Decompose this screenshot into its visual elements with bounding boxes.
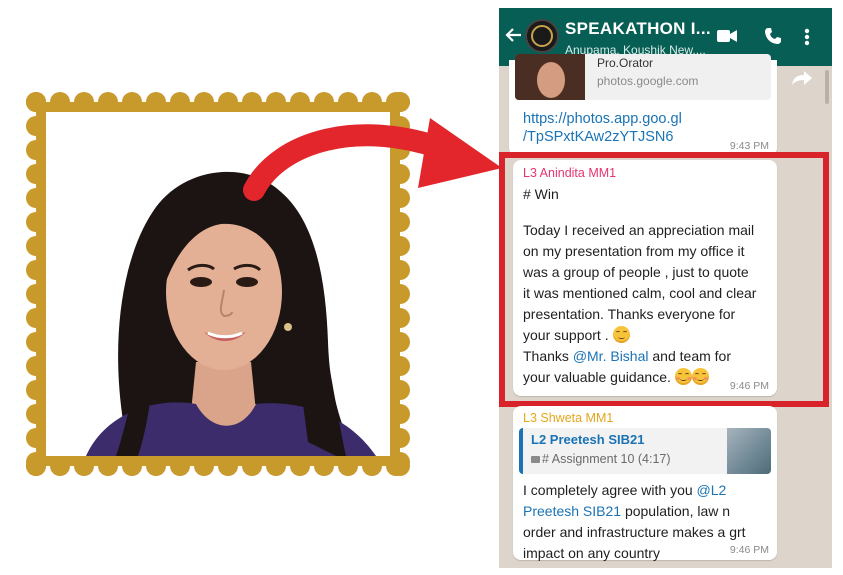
quoted-text: # Assignment 10 (4:17)	[531, 452, 671, 466]
message-line: I completely agree with you @L2	[523, 480, 726, 501]
curved-arrow	[243, 118, 502, 201]
video-icon	[531, 456, 540, 463]
quoted-thumbnail	[727, 428, 771, 474]
reply-message-bubble[interactable]: L3 Shweta MM1 L2 Preetesh SIB21 # Assign…	[513, 406, 777, 561]
preview-domain: photos.google.com	[597, 74, 699, 88]
preview-thumbnail	[515, 54, 585, 100]
message-text: I completely agree with you	[523, 482, 697, 498]
more-vert-icon[interactable]	[804, 28, 810, 46]
mention-link[interactable]: Preetesh SIB21	[523, 503, 621, 519]
quoted-message[interactable]: L2 Preetesh SIB21 # Assignment 10 (4:17)	[519, 428, 771, 474]
link-line-1[interactable]: https://photos.app.goo.gl	[523, 110, 682, 128]
message-text: population, law n	[621, 503, 731, 519]
message-time: 9:43 PM	[729, 140, 769, 152]
message-sender[interactable]: L3 Shweta MM1	[523, 411, 613, 425]
link-preview[interactable]: Pro.Orator photos.google.com	[515, 54, 771, 100]
shared-link[interactable]: https://photos.app.goo.gl /TpSPxtKAw2zYT…	[523, 110, 682, 146]
back-arrow-icon[interactable]	[505, 26, 523, 44]
mention-link[interactable]: @L2	[697, 482, 727, 498]
message-time: 9:46 PM	[729, 544, 769, 556]
highlight-box	[499, 152, 829, 407]
preview-title: Pro.Orator	[597, 56, 654, 70]
phone-call-icon[interactable]	[764, 27, 782, 45]
message-line: impact on any country	[523, 545, 660, 561]
link-message-bubble[interactable]: Pro.Orator photos.google.com https://pho…	[509, 54, 777, 156]
video-call-icon[interactable]	[717, 29, 737, 43]
forward-icon[interactable]	[791, 70, 813, 86]
message-line: order and infrastructure makes a grt	[523, 524, 746, 540]
group-title[interactable]: SPEAKATHON I...	[565, 19, 711, 39]
message-line: Preetesh SIB21 population, law n	[523, 501, 730, 522]
group-avatar[interactable]	[525, 19, 559, 53]
scrollbar[interactable]	[825, 70, 829, 104]
link-line-2[interactable]: /TpSPxtKAw2zYTJSN6	[523, 128, 682, 146]
chat-screen: SPEAKATHON I... Anupama, Koushik New,...…	[499, 8, 832, 568]
quoted-sender: L2 Preetesh SIB21	[531, 432, 645, 447]
quoted-text-label: # Assignment 10 (4:17)	[542, 452, 671, 466]
